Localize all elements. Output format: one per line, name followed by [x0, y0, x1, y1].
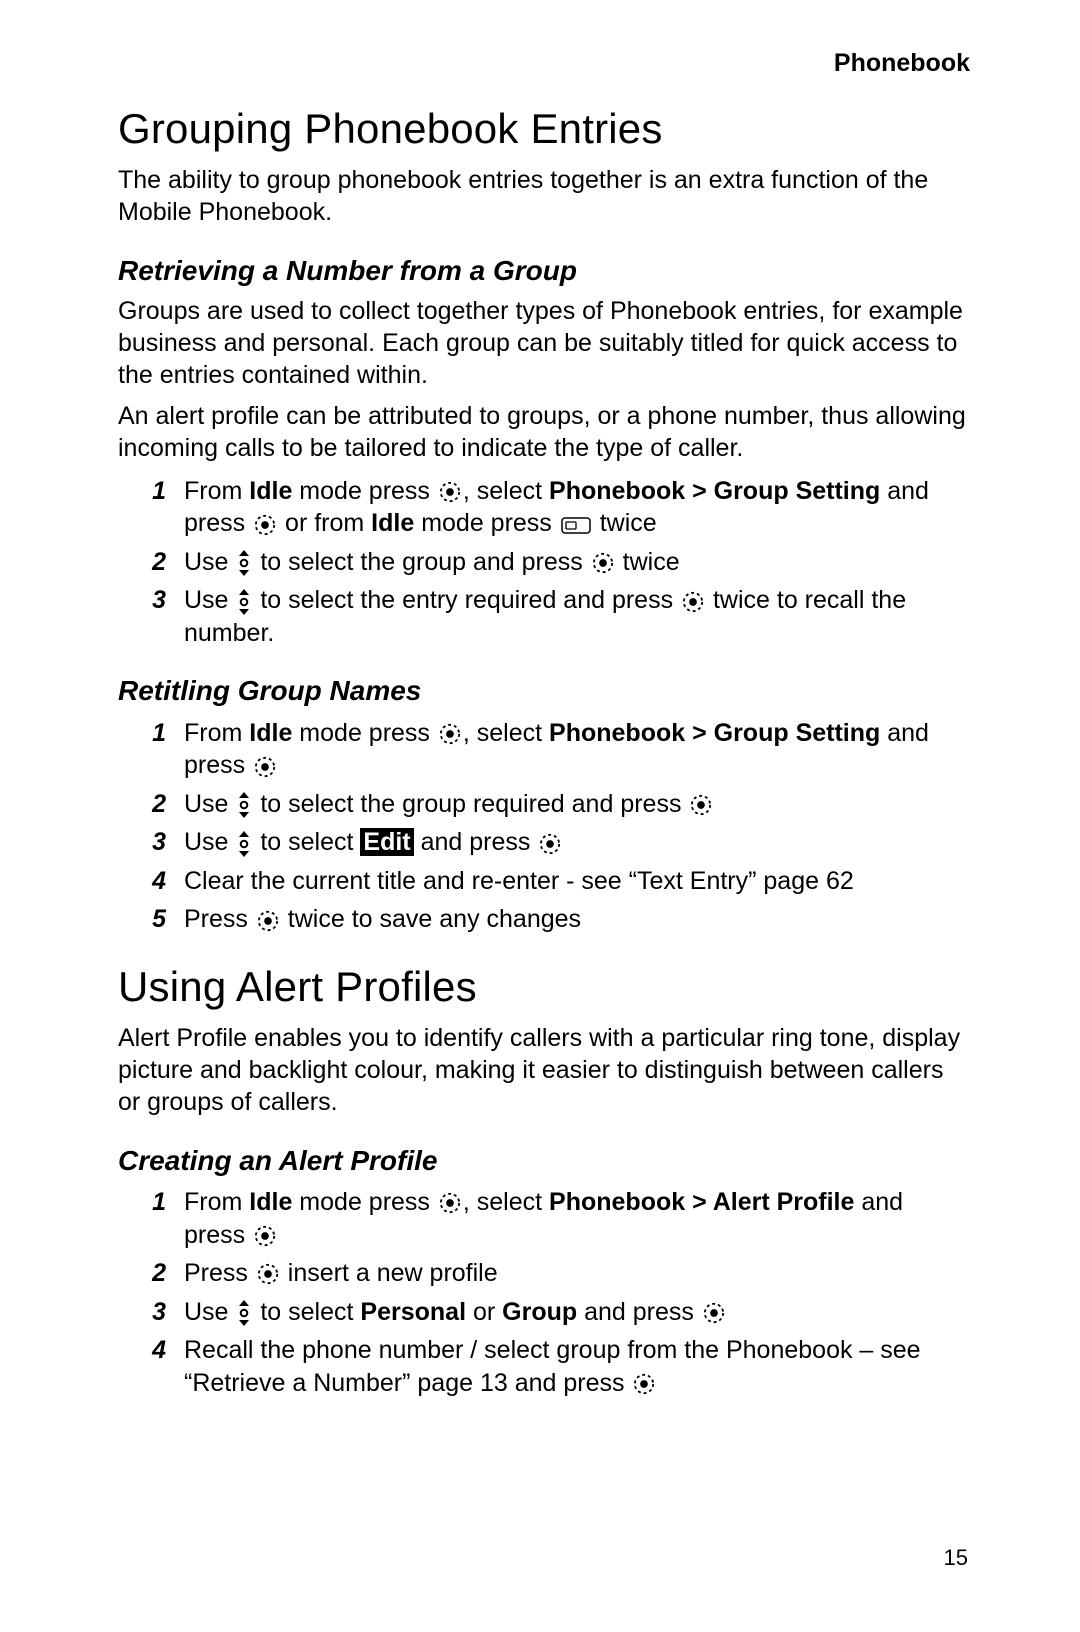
running-header: Phonebook [118, 48, 970, 80]
step-text: Press twice to save any changes [184, 903, 970, 936]
step-number: 2 [118, 788, 184, 821]
retrieving-para-1: Groups are used to collect together type… [118, 296, 970, 391]
step-text: Use to select the entry required and pre… [184, 584, 970, 649]
edit-softlabel: Edit [360, 828, 413, 856]
list-item: 5 Press twice to save any changes [118, 903, 970, 936]
subheading-retrieving: Retrieving a Number from a Group [118, 253, 970, 289]
step-number: 4 [118, 1334, 184, 1367]
step-text: Press insert a new profile [184, 1257, 970, 1290]
step-number: 3 [118, 826, 184, 859]
nav-button-icon [539, 833, 561, 855]
step-number: 1 [118, 475, 184, 508]
step-number: 2 [118, 546, 184, 579]
nav-button-icon [257, 1263, 279, 1285]
nav-button-icon [254, 756, 276, 778]
step-text: Use to select Edit and press [184, 826, 970, 859]
step-number: 2 [118, 1257, 184, 1290]
list-item: 4 Recall the phone number / select group… [118, 1334, 970, 1399]
heading-grouping: Grouping Phonebook Entries [118, 102, 970, 155]
nav-button-icon [703, 1302, 725, 1324]
step-text: From Idle mode press , select Phonebook … [184, 1186, 970, 1251]
softkey-icon [561, 515, 591, 535]
nav-button-icon [254, 1225, 276, 1247]
page-number: 15 [944, 1544, 968, 1572]
retrieving-para-2: An alert profile can be attributed to gr… [118, 401, 970, 465]
step-number: 5 [118, 903, 184, 936]
step-text: Use to select the group required and pre… [184, 788, 970, 821]
up-down-icon [237, 792, 251, 818]
list-item: 2 Use to select the group and press twic… [118, 546, 970, 579]
step-number: 3 [118, 584, 184, 617]
list-item: 3 Use to select Edit and press [118, 826, 970, 859]
nav-button-icon [633, 1373, 655, 1395]
up-down-icon [237, 831, 251, 857]
nav-button-icon [690, 794, 712, 816]
list-item: 3 Use to select the entry required and p… [118, 584, 970, 649]
list-item: 2 Press insert a new profile [118, 1257, 970, 1290]
step-number: 3 [118, 1296, 184, 1329]
step-text: Use to select the group and press twice [184, 546, 970, 579]
list-item: 3 Use to select Personal or Group and pr… [118, 1296, 970, 1329]
nav-button-icon [257, 910, 279, 932]
subheading-retitling: Retitling Group Names [118, 673, 970, 709]
subheading-creating: Creating an Alert Profile [118, 1143, 970, 1179]
nav-button-icon [439, 1192, 461, 1214]
list-item: 4 Clear the current title and re-enter -… [118, 865, 970, 898]
list-item: 1 From Idle mode press , select Phoneboo… [118, 717, 970, 782]
up-down-icon [237, 1300, 251, 1326]
step-text: From Idle mode press , select Phonebook … [184, 475, 970, 540]
nav-button-icon [439, 481, 461, 503]
heading-alert-profiles: Using Alert Profiles [118, 960, 970, 1013]
list-item: 2 Use to select the group required and p… [118, 788, 970, 821]
manual-page: Phonebook Grouping Phonebook Entries The… [0, 0, 1080, 1632]
alert-intro: Alert Profile enables you to identify ca… [118, 1023, 970, 1118]
nav-button-icon [682, 591, 704, 613]
nav-button-icon [592, 552, 614, 574]
nav-button-icon [439, 723, 461, 745]
step-number: 1 [118, 717, 184, 750]
up-down-icon [237, 550, 251, 576]
list-item: 1 From Idle mode press , select Phoneboo… [118, 475, 970, 540]
grouping-intro: The ability to group phonebook entries t… [118, 165, 970, 229]
step-number: 4 [118, 865, 184, 898]
step-text: From Idle mode press , select Phonebook … [184, 717, 970, 782]
step-text: Clear the current title and re-enter - s… [184, 865, 970, 898]
step-text: Recall the phone number / select group f… [184, 1334, 970, 1399]
retrieving-steps: 1 From Idle mode press , select Phoneboo… [118, 475, 970, 650]
nav-button-icon [254, 514, 276, 536]
step-number: 1 [118, 1186, 184, 1219]
list-item: 1 From Idle mode press , select Phoneboo… [118, 1186, 970, 1251]
step-text: Use to select Personal or Group and pres… [184, 1296, 970, 1329]
retitling-steps: 1 From Idle mode press , select Phoneboo… [118, 717, 970, 936]
up-down-icon [237, 589, 251, 615]
creating-steps: 1 From Idle mode press , select Phoneboo… [118, 1186, 970, 1399]
